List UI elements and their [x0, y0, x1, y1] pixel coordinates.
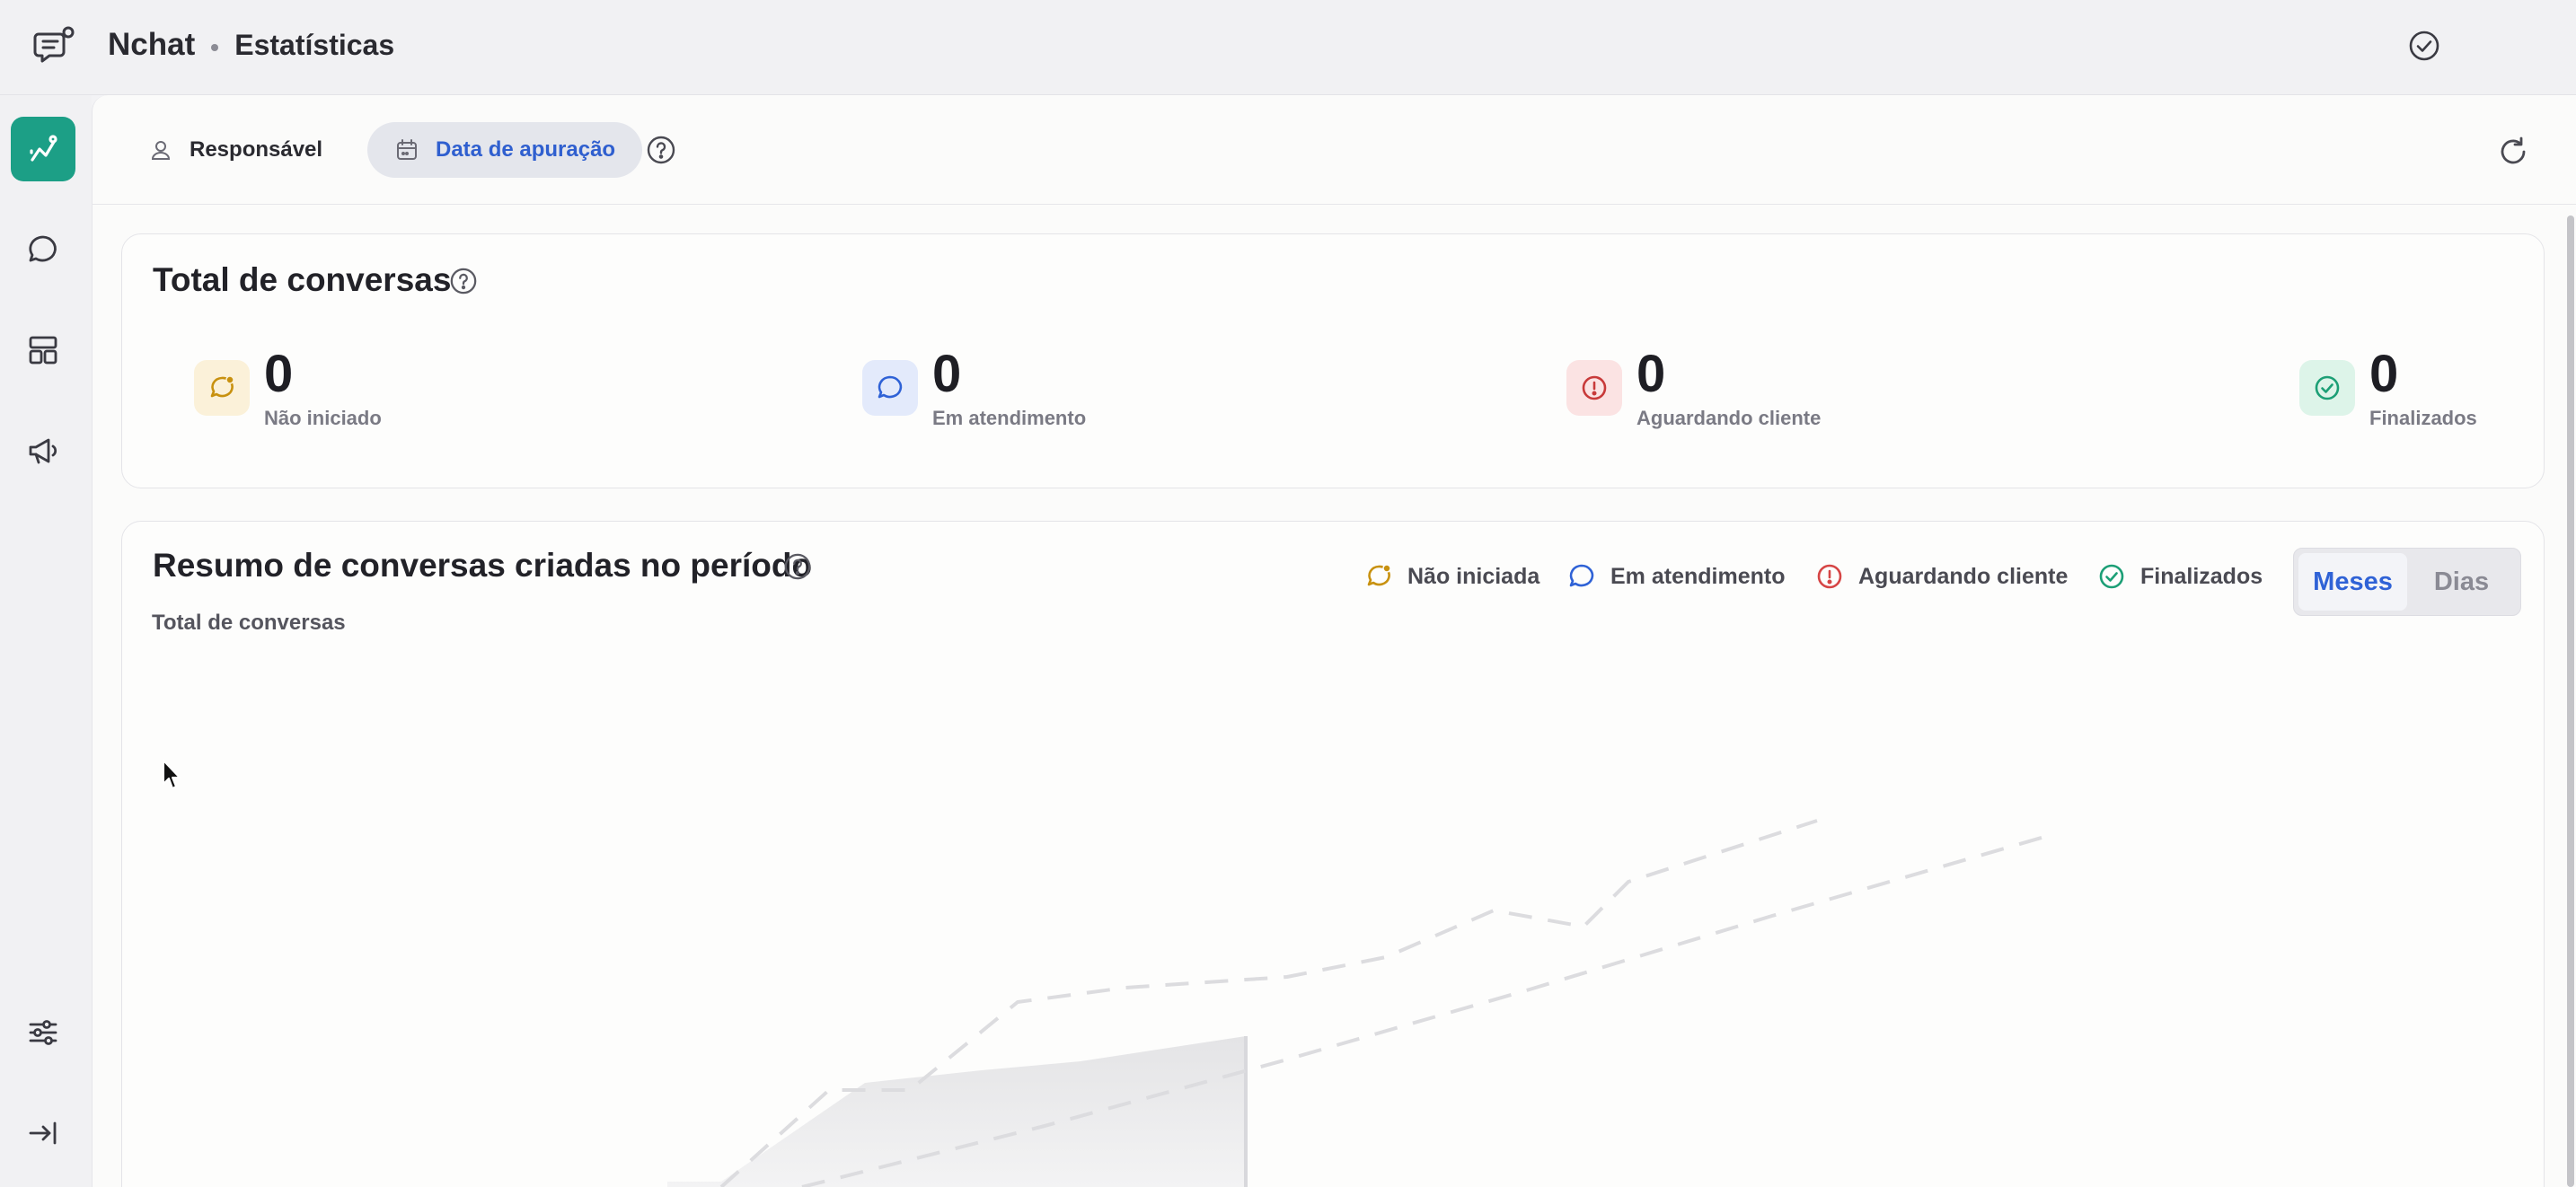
- chat-icon: [1569, 564, 1594, 587]
- chart-loading-placeholder: [667, 819, 2051, 1187]
- legend-finished-label: Finalizados: [2140, 563, 2263, 589]
- chat-pending-icon: [1367, 564, 1391, 586]
- totals-card: Total de conversas 0 Não iniciado 0 Em a…: [121, 233, 2545, 488]
- sidebar-item-statistics[interactable]: [11, 117, 75, 181]
- date-filter-label: Data de apuração: [436, 137, 616, 162]
- sidebar-item-chats[interactable]: [11, 217, 75, 282]
- stat-in-service-value: 0: [932, 345, 962, 403]
- sliders-icon: [29, 1020, 57, 1045]
- legend-finished[interactable]: Finalizados: [2097, 562, 2263, 591]
- toggle-days[interactable]: Dias: [2407, 553, 2516, 611]
- user-icon: [151, 141, 171, 160]
- stat-not-started-value: 0: [264, 345, 294, 403]
- period-toggle: Meses Dias: [2293, 548, 2521, 616]
- chat-icon: [878, 375, 903, 399]
- chart-subtitle: Total de conversas: [152, 611, 346, 635]
- stat-in-service-badge: [862, 360, 918, 416]
- chat-icon: [29, 235, 57, 262]
- stat-waiting-client-value: 0: [1636, 345, 1666, 403]
- analytics-icon: [30, 135, 57, 162]
- mouse-cursor-icon: [163, 760, 181, 789]
- filter-bar: Responsável Data de apuração: [93, 95, 2576, 205]
- stat-finished-label: Finalizados: [2369, 407, 2477, 429]
- totals-help-icon[interactable]: [449, 267, 478, 295]
- totals-title: Total de conversas: [153, 261, 452, 298]
- megaphone-icon: [29, 438, 57, 464]
- page-title: Estatísticas: [234, 28, 395, 61]
- sidebar: [0, 95, 92, 1187]
- calendar-icon: [397, 139, 417, 160]
- breadcrumb: Nchat Estatísticas: [108, 27, 394, 63]
- sidebar-item-dashboard[interactable]: [11, 318, 75, 382]
- summary-title: Resumo de conversas criadas no período: [153, 547, 813, 584]
- collapse-icon: [29, 1121, 57, 1145]
- stat-not-started: 0 Não iniciado: [194, 346, 382, 430]
- sidebar-item-settings[interactable]: [11, 1000, 75, 1065]
- responsible-filter-label: Responsável: [190, 137, 323, 162]
- check-circle-icon[interactable]: [2407, 29, 2441, 63]
- check-circle-icon: [2315, 375, 2340, 400]
- legend-not-started[interactable]: Não iniciada: [1364, 562, 1539, 591]
- stat-in-service: 0 Em atendimento: [862, 346, 1086, 430]
- vertical-scrollbar[interactable]: [2567, 215, 2574, 1187]
- stat-waiting-client-label: Aguardando cliente: [1636, 407, 1822, 429]
- main-panel: Responsável Data de apuração Total de co…: [92, 95, 2576, 1187]
- stat-waiting-client: 0 Aguardando cliente: [1566, 346, 1821, 430]
- top-bar: Nchat Estatísticas: [0, 0, 2576, 95]
- alert-circle-icon: [1817, 564, 1842, 589]
- legend-waiting-client[interactable]: Aguardando cliente: [1815, 562, 2068, 591]
- placeholder-area: [667, 1036, 1246, 1187]
- legend-waiting-client-label: Aguardando cliente: [1858, 563, 2069, 589]
- responsible-filter[interactable]: Responsável: [121, 122, 349, 178]
- stat-waiting-client-badge: [1566, 360, 1622, 416]
- stat-in-service-label: Em atendimento: [932, 407, 1087, 429]
- breadcrumb-separator: [211, 44, 219, 51]
- sidebar-collapse-button[interactable]: [11, 1101, 75, 1165]
- help-icon[interactable]: [646, 135, 676, 165]
- chat-bubble-icon: [33, 26, 75, 63]
- stat-finished-value: 0: [2369, 345, 2399, 403]
- stat-finished: 0 Finalizados: [2299, 346, 2477, 430]
- app-name: Nchat: [108, 27, 196, 62]
- legend-not-started-label: Não iniciada: [1407, 563, 1540, 589]
- toggle-months[interactable]: Meses: [2298, 553, 2407, 611]
- summary-help-icon[interactable]: [783, 552, 812, 581]
- date-filter[interactable]: Data de apuração: [367, 122, 643, 178]
- legend-in-service-label: Em atendimento: [1610, 563, 1786, 589]
- chat-pending-icon: [210, 375, 234, 398]
- stat-finished-badge: [2299, 360, 2355, 416]
- layout-icon: [29, 336, 57, 365]
- sidebar-item-campaigns[interactable]: [11, 418, 75, 483]
- alert-circle-icon: [1582, 375, 1607, 400]
- check-circle-icon: [2099, 564, 2124, 589]
- legend-in-service[interactable]: Em atendimento: [1567, 562, 1785, 591]
- stat-not-started-badge: [194, 360, 250, 416]
- stat-not-started-label: Não iniciado: [264, 407, 382, 429]
- refresh-icon[interactable]: [2496, 135, 2530, 169]
